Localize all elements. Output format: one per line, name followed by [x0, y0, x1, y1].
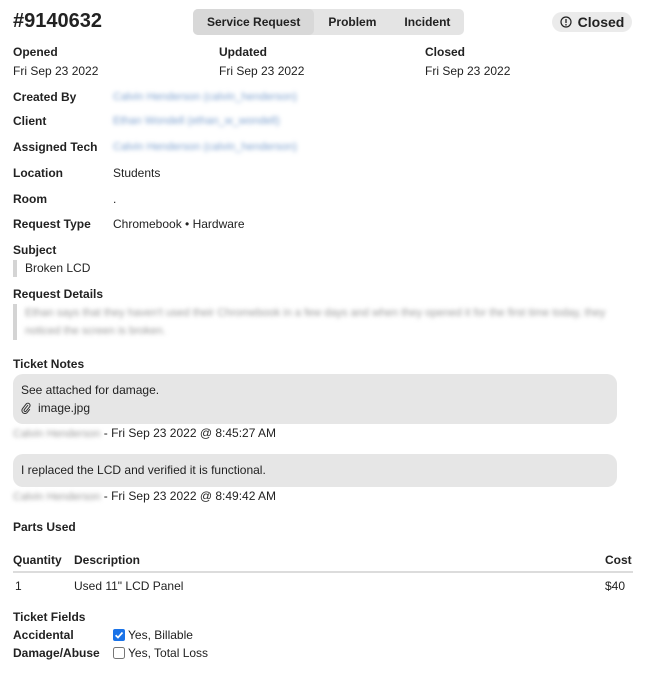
damage-abuse-label: Damage/Abuse — [13, 646, 100, 660]
note-author: Calvin Henderson — [13, 428, 101, 440]
tab-problem[interactable]: Problem — [314, 9, 390, 35]
damage-abuse-row: Damage/Abuse Yes, Total Loss — [13, 644, 208, 662]
client-link[interactable]: Ethan Wondell (ethan_w_wondell) — [113, 115, 280, 127]
damage-abuse-option-label[interactable]: Yes, Total Loss — [128, 646, 208, 660]
created-by-link[interactable]: Calvin Henderson (calvin_henderson) — [113, 91, 297, 103]
accidental-option-label[interactable]: Yes, Billable — [128, 628, 193, 642]
closed-label: Closed — [425, 45, 466, 59]
ticket-type-segmented-control: Service Request Problem Incident — [193, 9, 465, 35]
cost-header: Cost — [605, 553, 633, 573]
parts-table: Quantity Description Cost 1 Used 11" LCD… — [13, 553, 633, 593]
assigned-tech-link[interactable]: Calvin Henderson (calvin_henderson) — [113, 141, 297, 153]
updated-label: Updated — [219, 45, 267, 59]
description-header: Description — [74, 553, 605, 573]
opened-date: Fri Sep 23 2022 — [13, 64, 99, 78]
damage-abuse-checkbox[interactable] — [113, 647, 125, 659]
assigned-tech-label: Assigned Tech — [13, 140, 98, 154]
created-by-label: Created By — [13, 90, 77, 104]
note-bubble: I replaced the LCD and verified it is fu… — [13, 454, 617, 487]
note-meta: Calvin Henderson - Fri Sep 23 2022 @ 8:4… — [13, 489, 276, 503]
updated-date: Fri Sep 23 2022 — [219, 64, 305, 78]
request-type-value: Chromebook • Hardware — [113, 217, 245, 231]
client-label: Client — [13, 114, 47, 128]
closed-group: Closed Fri Sep 23 2022 — [425, 45, 510, 78]
status-badge: Closed — [552, 12, 632, 32]
note-bubble: See attached for damage. image.jpg — [13, 374, 617, 424]
request-details-line1: Ethan says that they haven't used their … — [25, 307, 606, 319]
part-cost: $40 — [605, 579, 626, 593]
closed-date: Fri Sep 23 2022 — [425, 64, 511, 78]
note-text: See attached for damage. — [21, 383, 160, 397]
client-row: Client Ethan Wondell (ethan_w_wondell) — [13, 112, 633, 130]
accidental-label: Accidental — [13, 628, 74, 642]
request-details-line2: noticed the screen is broken. — [25, 325, 166, 337]
room-label: Room — [13, 192, 47, 206]
status-text: Closed — [577, 14, 625, 30]
subject-value: Broken LCD — [13, 260, 90, 277]
qty-header: Quantity — [13, 553, 74, 573]
table-row: 1 Used 11" LCD Panel $40 — [13, 572, 633, 593]
request-details-label: Request Details — [13, 287, 104, 301]
tab-service-request[interactable]: Service Request — [193, 9, 315, 35]
attachment-filename[interactable]: image.jpg — [38, 399, 90, 417]
part-qty: 1 — [15, 579, 22, 593]
ticket-id: #9140632 — [13, 10, 102, 32]
paperclip-icon — [21, 402, 31, 414]
parts-used-label: Parts Used — [13, 520, 76, 534]
note-timestamp: - Fri Sep 23 2022 @ 8:49:42 AM — [100, 489, 277, 503]
info-circle-icon — [560, 16, 572, 28]
note-meta: Calvin Henderson - Fri Sep 23 2022 @ 8:4… — [13, 426, 276, 440]
created-by-row: Created By Calvin Henderson (calvin_hend… — [13, 88, 633, 106]
room-value: . — [113, 192, 117, 206]
ticket-notes-label: Ticket Notes — [13, 357, 85, 371]
tab-incident[interactable]: Incident — [390, 9, 464, 35]
opened-group: Opened Fri Sep 23 2022 — [13, 45, 98, 78]
location-value: Students — [113, 166, 161, 180]
request-type-row: Request Type Chromebook • Hardware — [13, 215, 633, 233]
ticket-fields-label: Ticket Fields — [13, 610, 86, 624]
assigned-tech-row: Assigned Tech Calvin Henderson (calvin_h… — [13, 138, 633, 156]
room-row: Room . — [13, 190, 633, 208]
note-text: I replaced the LCD and verified it is fu… — [21, 463, 266, 477]
updated-group: Updated Fri Sep 23 2022 — [219, 45, 304, 78]
request-type-label: Request Type — [13, 217, 91, 231]
note-author: Calvin Henderson — [13, 491, 101, 503]
attachment-link[interactable]: image.jpg — [21, 399, 609, 417]
opened-label: Opened — [13, 45, 58, 59]
note-timestamp: - Fri Sep 23 2022 @ 8:45:27 AM — [100, 426, 277, 440]
table-header-row: Quantity Description Cost — [13, 553, 633, 573]
accidental-checkbox[interactable] — [113, 629, 125, 641]
location-row: Location Students — [13, 164, 633, 182]
accidental-row: Accidental Yes, Billable — [13, 626, 193, 644]
request-details-block: Ethan says that they haven't used their … — [13, 304, 633, 340]
location-label: Location — [13, 166, 63, 180]
subject-label: Subject — [13, 243, 57, 257]
part-description: Used 11" LCD Panel — [74, 579, 184, 593]
